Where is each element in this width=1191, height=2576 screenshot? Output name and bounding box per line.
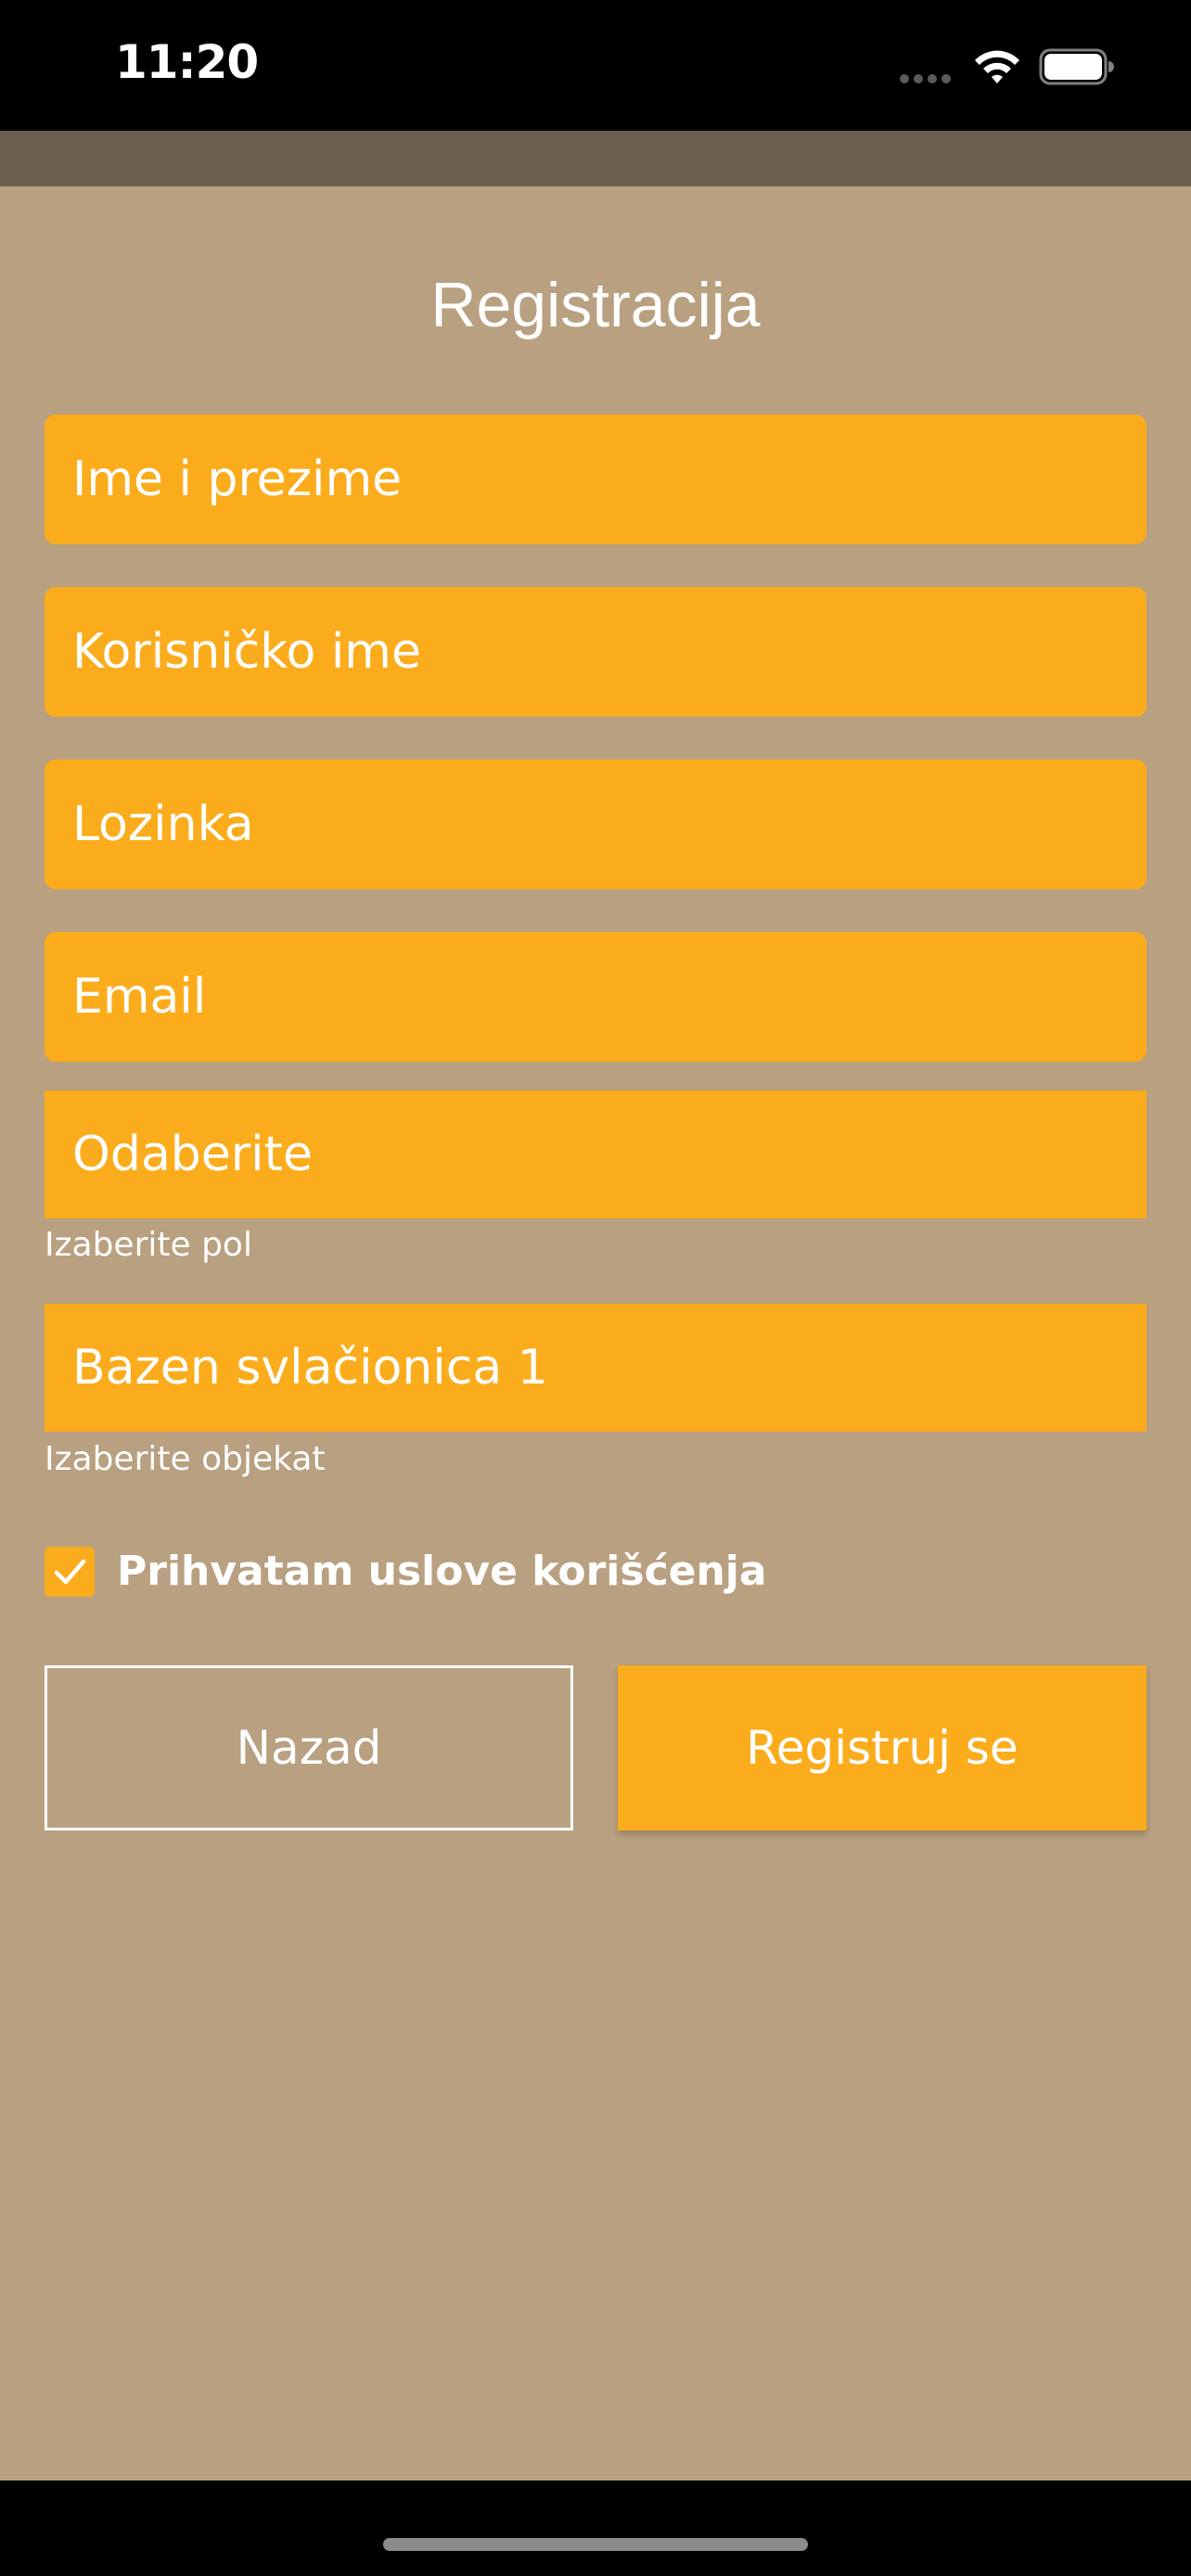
status-time: 11:20 <box>115 35 259 89</box>
facility-helper-text: Izaberite objekat <box>45 1440 326 1478</box>
page-title: Registracija <box>430 270 761 340</box>
password-field[interactable] <box>45 759 1146 889</box>
home-indicator[interactable] <box>383 2538 808 2551</box>
register-button[interactable]: Registruj se <box>618 1665 1146 1830</box>
cellular-signal-icon <box>900 74 951 83</box>
email-input[interactable] <box>72 969 1146 1025</box>
checkmark-icon <box>54 1559 86 1585</box>
gender-select[interactable]: Odaberite <box>45 1090 1146 1218</box>
password-input[interactable] <box>72 797 1146 852</box>
terms-checkbox[interactable] <box>45 1547 95 1597</box>
username-field[interactable] <box>45 587 1146 717</box>
full-name-input[interactable] <box>72 452 1146 507</box>
username-input[interactable] <box>72 624 1146 680</box>
status-bar: 11:20 <box>0 0 1191 131</box>
full-name-field[interactable] <box>45 414 1146 544</box>
navigation-bar <box>0 131 1191 186</box>
terms-label[interactable]: Prihvatam uslove korišćenja <box>117 1547 767 1597</box>
battery-icon <box>1039 48 1114 85</box>
gender-helper-text: Izaberite pol <box>45 1226 252 1264</box>
email-field[interactable] <box>45 932 1146 1062</box>
wifi-icon <box>975 50 1019 83</box>
home-indicator-area <box>0 2480 1191 2576</box>
back-button[interactable]: Nazad <box>45 1665 573 1830</box>
facility-select[interactable]: Bazen svlačionica 1 <box>45 1304 1146 1432</box>
